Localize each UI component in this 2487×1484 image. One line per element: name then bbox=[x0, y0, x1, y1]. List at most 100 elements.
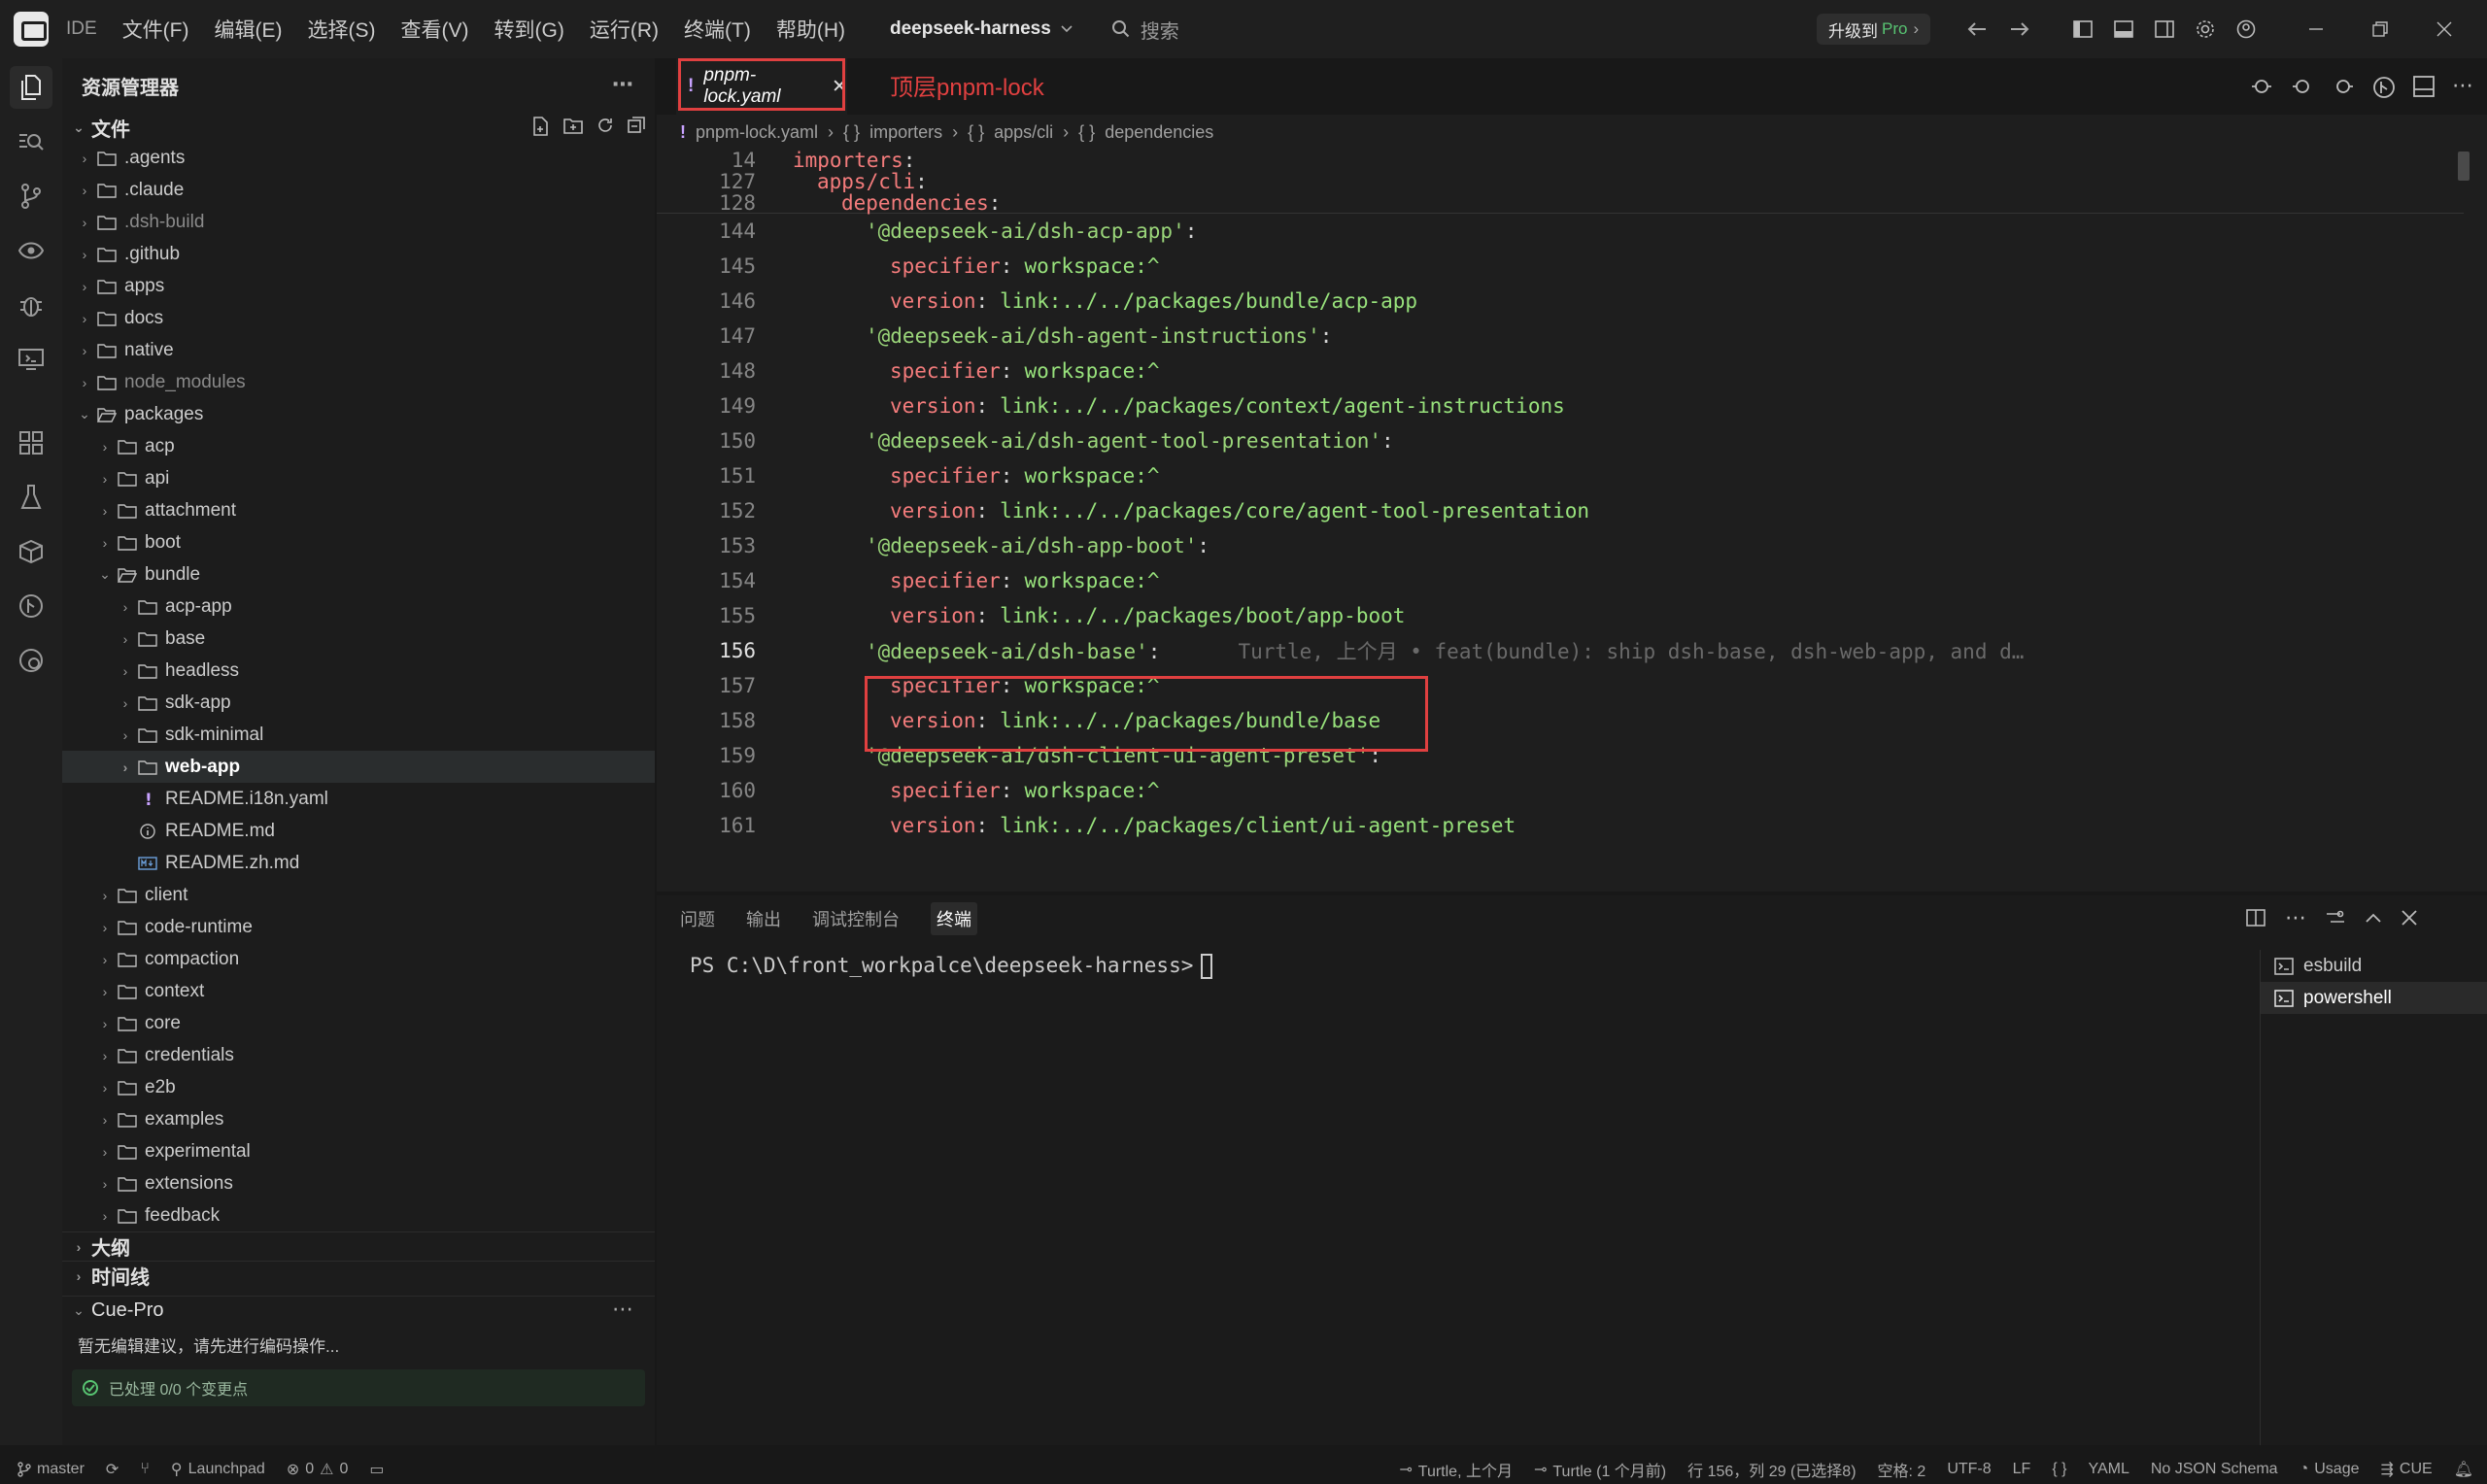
notifications-bell-icon[interactable]: 🔔︎ bbox=[2454, 1460, 2473, 1479]
tree-item[interactable]: › web-app bbox=[62, 751, 655, 783]
json-schema[interactable]: No JSON Schema bbox=[2151, 1461, 2278, 1478]
tab-output[interactable]: 输出 bbox=[746, 906, 781, 931]
usage-indicator[interactable]: ◔ Usage bbox=[2300, 1461, 2360, 1478]
workspace-switcher[interactable]: deepseek-harness bbox=[890, 18, 1073, 40]
cue-pro-section-header[interactable]: ⌄ Cue-Pro ⋯ bbox=[62, 1296, 655, 1325]
tree-item[interactable]: › .dsh-build bbox=[62, 206, 655, 238]
breadcrumb-importers[interactable]: importers bbox=[869, 122, 942, 143]
new-file-icon[interactable] bbox=[532, 117, 550, 136]
packages-box-icon[interactable] bbox=[16, 536, 47, 567]
cursor-position[interactable]: 行 156，列 29 (已选择8) bbox=[1687, 1458, 1856, 1481]
tree-item[interactable]: › headless bbox=[62, 655, 655, 687]
more-actions-icon[interactable]: ⋯ bbox=[612, 72, 633, 97]
debug-bug-icon[interactable] bbox=[16, 289, 47, 320]
tree-item[interactable]: › sdk-minimal bbox=[62, 719, 655, 751]
tree-item[interactable]: › examples bbox=[62, 1103, 655, 1135]
tree-item[interactable]: › code-runtime bbox=[62, 911, 655, 943]
toggle-panel-icon[interactable] bbox=[2114, 20, 2133, 38]
tree-item[interactable]: › boot bbox=[62, 526, 655, 558]
tab-problems[interactable]: 问题 bbox=[680, 906, 715, 931]
tree-item[interactable]: › attachment bbox=[62, 494, 655, 526]
cue-assistant-icon[interactable] bbox=[16, 645, 47, 676]
sync-icon[interactable]: ⟳ bbox=[106, 1460, 119, 1479]
tree-item[interactable]: › .claude bbox=[62, 174, 655, 206]
tree-item[interactable]: README.md bbox=[62, 815, 655, 847]
minimize-icon[interactable] bbox=[2308, 21, 2324, 37]
terminal-status-icon[interactable]: ▭ bbox=[369, 1460, 384, 1479]
tree-item[interactable]: › credentials bbox=[62, 1039, 655, 1071]
remote-explorer-icon[interactable] bbox=[16, 344, 47, 375]
files-section-header[interactable]: ⌄ 文件 bbox=[62, 113, 655, 142]
tree-item[interactable]: › core bbox=[62, 1007, 655, 1039]
new-folder-icon[interactable] bbox=[563, 117, 583, 134]
tree-item[interactable]: › sdk-app bbox=[62, 687, 655, 719]
command-search[interactable]: 搜索 bbox=[1111, 16, 1179, 44]
refresh-icon[interactable] bbox=[596, 117, 614, 134]
timeline-section-header[interactable]: › 时间线 bbox=[62, 1261, 655, 1290]
tree-item[interactable]: › native bbox=[62, 334, 655, 366]
restore-icon[interactable] bbox=[2372, 21, 2388, 37]
toggle-secondary-sidebar-icon[interactable] bbox=[2155, 20, 2174, 38]
tree-item[interactable]: › compaction bbox=[62, 943, 655, 975]
menu-view[interactable]: 查看(V) bbox=[401, 15, 469, 44]
toggle-primary-sidebar-icon[interactable] bbox=[2073, 20, 2093, 38]
close-window-icon[interactable] bbox=[2436, 21, 2452, 37]
more-actions-icon[interactable]: ⋯ bbox=[612, 1297, 633, 1322]
next-change-icon[interactable] bbox=[2332, 76, 2355, 97]
tree-item[interactable]: › base bbox=[62, 623, 655, 655]
editor-scrollbar-thumb[interactable] bbox=[2458, 152, 2470, 181]
tab-terminal[interactable]: 终端 bbox=[931, 902, 977, 935]
tree-item[interactable]: › experimental bbox=[62, 1135, 655, 1167]
menu-run[interactable]: 运行(R) bbox=[590, 15, 659, 44]
tree-item[interactable]: › api bbox=[62, 462, 655, 494]
tree-item[interactable]: › feedback bbox=[62, 1199, 655, 1231]
terminal-item-esbuild[interactable]: esbuild bbox=[2261, 950, 2487, 982]
tab-debug-console[interactable]: 调试控制台 bbox=[812, 906, 900, 931]
indentation[interactable]: 空格: 2 bbox=[1878, 1458, 1926, 1481]
code-editor[interactable]: 14 importers: 127 apps/cli: 128 dependencies:… bbox=[657, 150, 2487, 892]
tree-item[interactable]: › client bbox=[62, 879, 655, 911]
maximize-panel-icon[interactable] bbox=[2365, 912, 2382, 924]
extensions-icon[interactable] bbox=[16, 427, 47, 458]
back-arrow-icon[interactable] bbox=[1966, 21, 1988, 37]
tree-item[interactable]: › node_modules bbox=[62, 366, 655, 398]
language-braces-icon[interactable]: { } bbox=[2052, 1461, 2066, 1478]
git-graph-icon[interactable] bbox=[16, 590, 47, 622]
breadcrumb-file[interactable]: pnpm-lock.yaml bbox=[696, 122, 818, 143]
eye-preview-icon[interactable] bbox=[16, 235, 47, 266]
tree-item[interactable]: ⌄ packages bbox=[62, 398, 655, 430]
menu-help[interactable]: 帮助(H) bbox=[776, 15, 845, 44]
breadcrumb-apps-cli[interactable]: apps/cli bbox=[994, 122, 1053, 143]
blame-indicator[interactable]: ⊸ Turtle, 上个月 bbox=[1399, 1458, 1513, 1481]
tree-item[interactable]: › docs bbox=[62, 302, 655, 334]
search-code-icon[interactable] bbox=[16, 126, 47, 157]
breadcrumb-dependencies[interactable]: dependencies bbox=[1105, 122, 1213, 143]
menu-go[interactable]: 转到(G) bbox=[494, 15, 564, 44]
encoding[interactable]: UTF-8 bbox=[1947, 1461, 1991, 1478]
more-actions-icon[interactable]: ⋯ bbox=[2285, 907, 2306, 928]
outline-section-header[interactable]: › 大纲 bbox=[62, 1231, 655, 1261]
tree-item[interactable]: › extensions bbox=[62, 1167, 655, 1199]
branch-indicator[interactable]: master bbox=[17, 1461, 85, 1478]
tree-item[interactable]: › .agents bbox=[62, 142, 655, 174]
terminal-settings-icon[interactable] bbox=[2326, 909, 2345, 927]
git-compare-icon[interactable]: ⑂ bbox=[140, 1461, 150, 1478]
end-of-line[interactable]: LF bbox=[2013, 1461, 2031, 1478]
menu-edit[interactable]: 编辑(E) bbox=[215, 15, 283, 44]
blame-detail-indicator[interactable]: ⊸ Turtle (1 个月前) bbox=[1534, 1458, 1666, 1481]
split-editor-icon[interactable] bbox=[2413, 76, 2435, 97]
tree-item[interactable]: › context bbox=[62, 975, 655, 1007]
upgrade-pro-button[interactable]: 升级到 Pro › bbox=[1817, 14, 1931, 45]
tree-item[interactable]: › acp bbox=[62, 430, 655, 462]
explorer-files-icon[interactable] bbox=[10, 66, 52, 109]
tree-item[interactable]: › acp-app bbox=[62, 590, 655, 623]
tree-item[interactable]: ! README.i18n.yaml bbox=[62, 783, 655, 815]
git-timeline-icon[interactable] bbox=[2372, 76, 2396, 99]
tree-item[interactable]: › .github bbox=[62, 238, 655, 270]
tree-item[interactable]: README.zh.md bbox=[62, 847, 655, 879]
terminal-item-powershell[interactable]: powershell bbox=[2261, 982, 2487, 1014]
source-control-icon[interactable] bbox=[16, 181, 47, 212]
settings-gear-icon[interactable] bbox=[2196, 19, 2215, 39]
tree-item[interactable]: › apps bbox=[62, 270, 655, 302]
collapse-all-icon[interactable] bbox=[628, 117, 645, 134]
